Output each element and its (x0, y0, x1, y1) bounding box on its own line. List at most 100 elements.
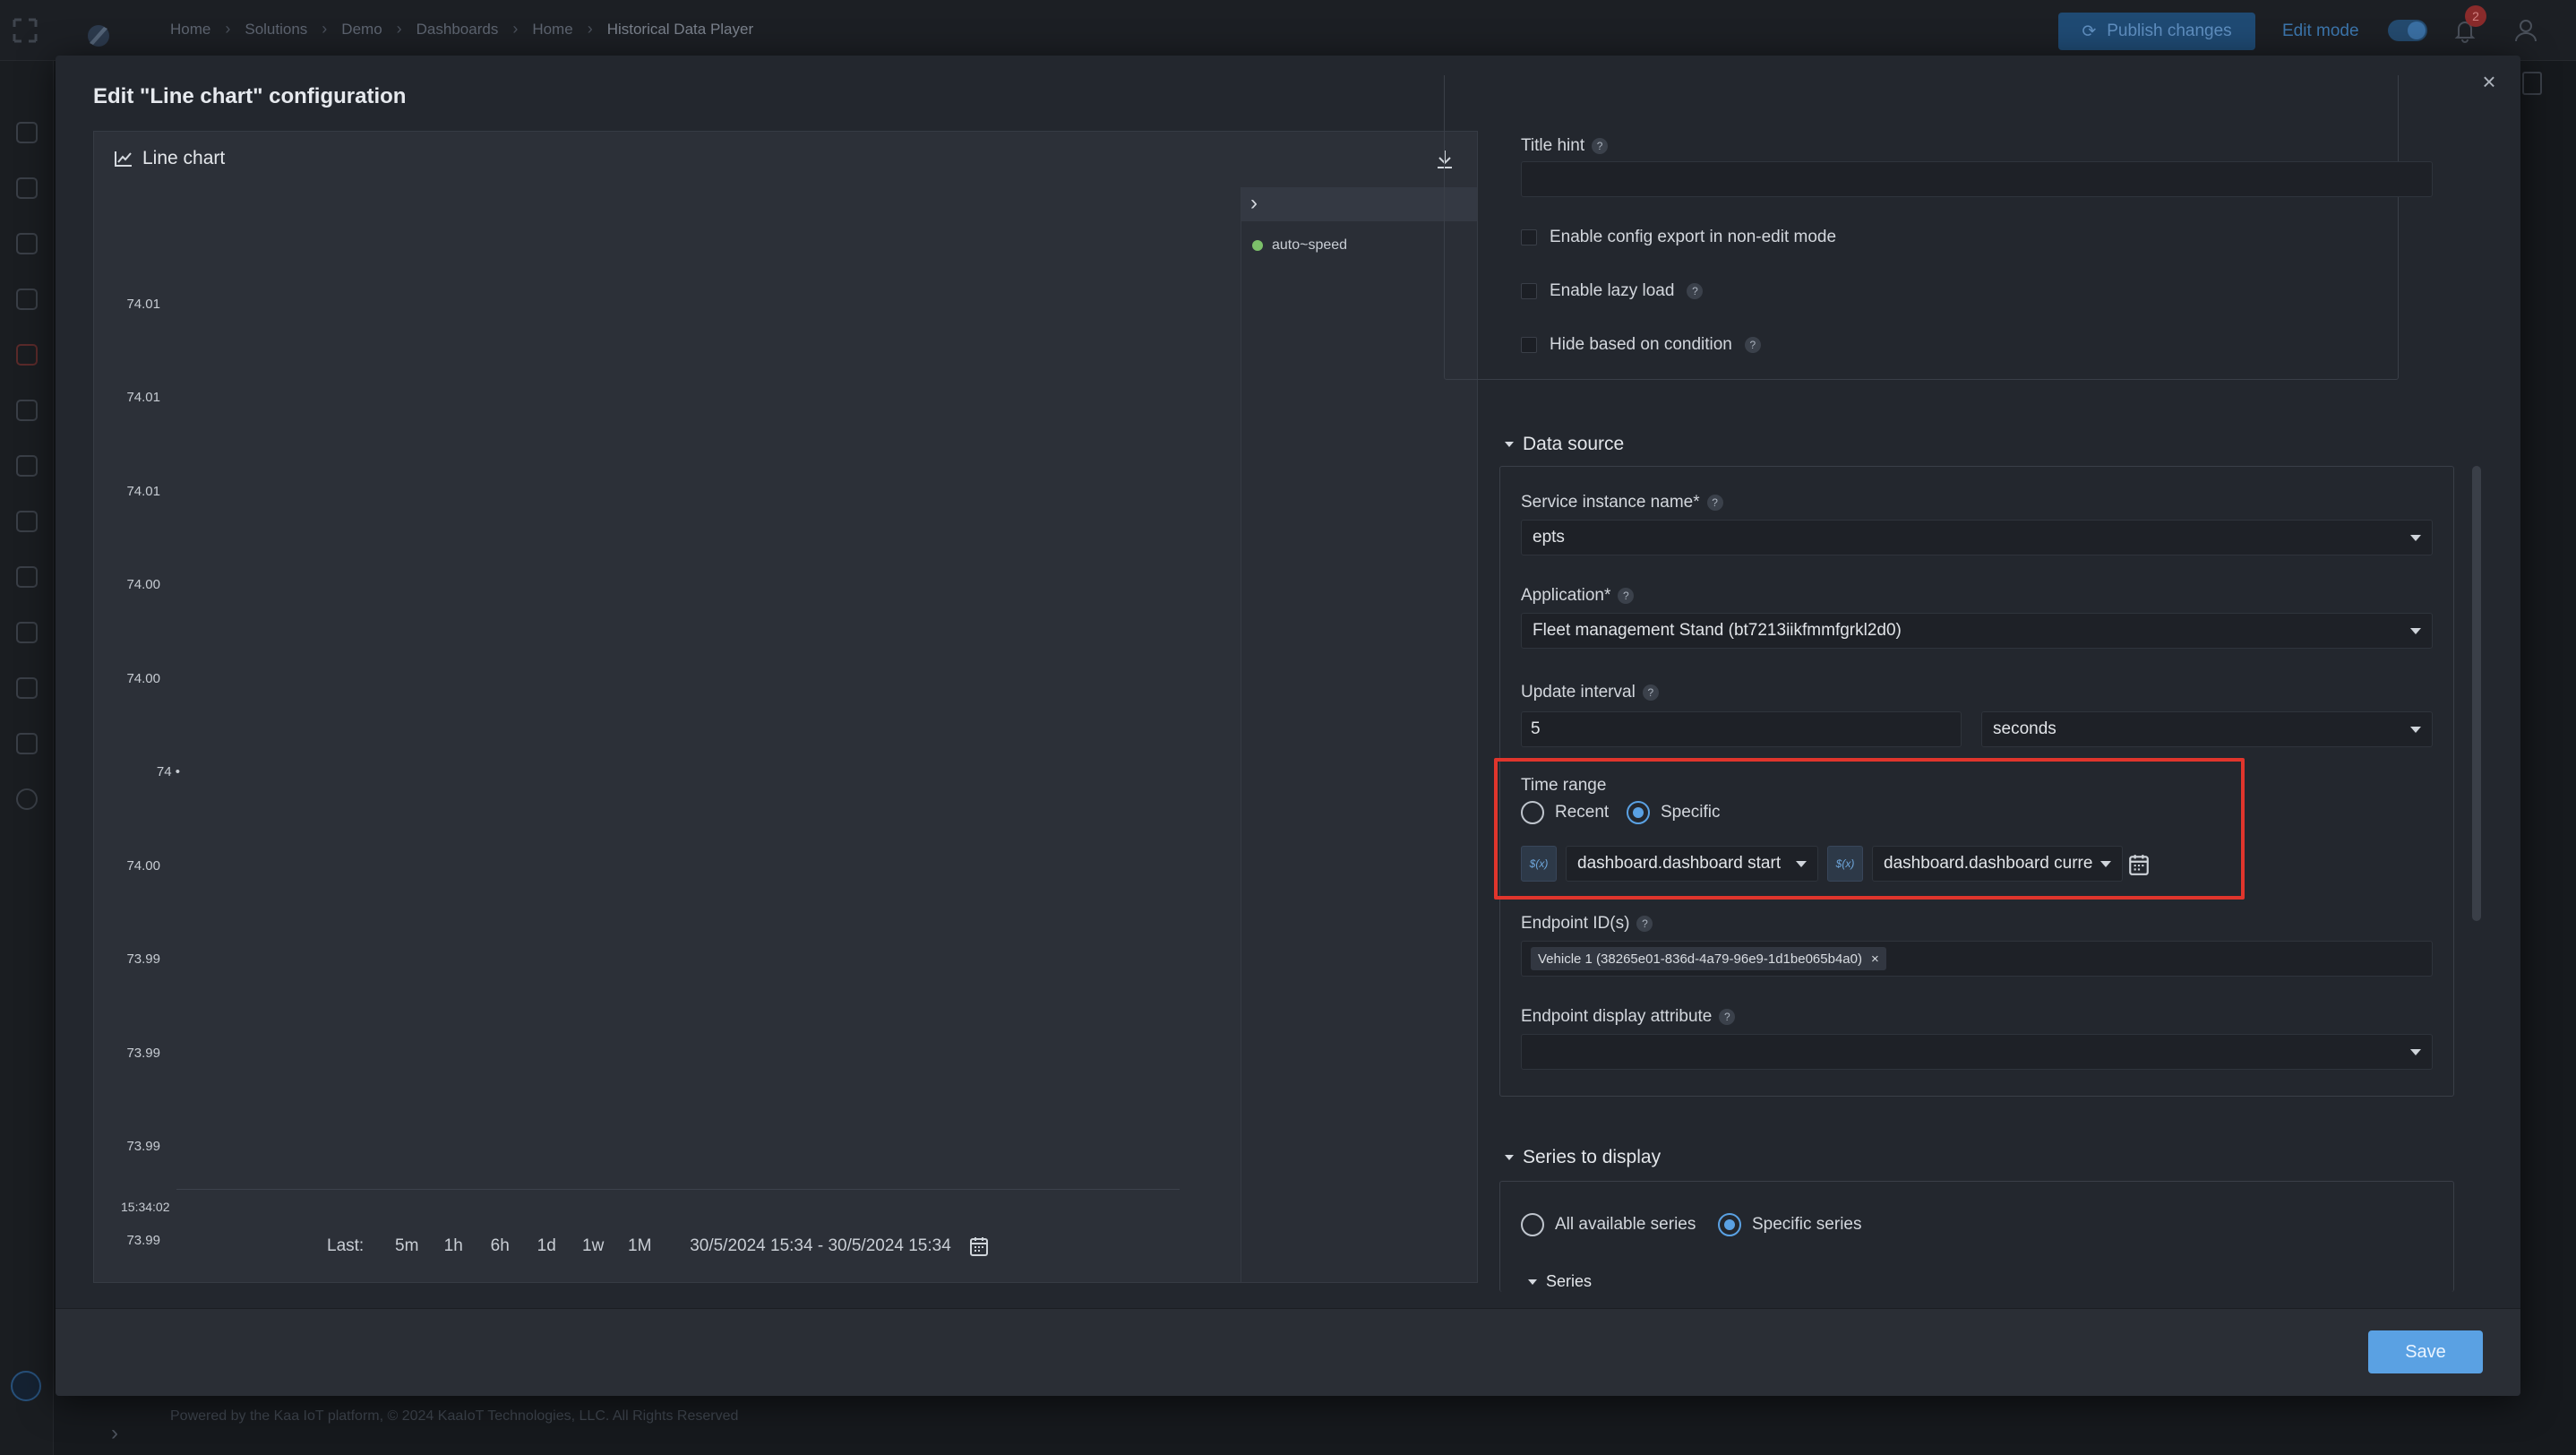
sidebar-settings-icon[interactable] (16, 677, 38, 699)
footer-copyright: Powered by the Kaa IoT platform, © 2024 … (170, 1408, 739, 1424)
toggle-knob (2408, 22, 2426, 39)
hide-condition-checkbox[interactable] (1521, 337, 1537, 353)
y-tick-label: 73.99 (126, 1139, 160, 1154)
chevron-down-icon (2410, 727, 2421, 733)
title-hint-text: Title hint (1521, 136, 1585, 155)
user-icon[interactable] (2512, 16, 2540, 45)
service-instance-select[interactable]: epts (1521, 520, 2433, 555)
series-subheading[interactable]: Series (1528, 1272, 1592, 1291)
close-icon[interactable]: × (2476, 68, 2503, 95)
settings-scrollbar[interactable] (2472, 466, 2481, 921)
rocket-logo-icon[interactable] (73, 16, 118, 52)
config-export-checkbox-row[interactable]: Enable config export in non-edit mode (1521, 228, 1836, 247)
y-tick-label: 73.99 (126, 1046, 160, 1061)
sidebar-storage-icon[interactable] (16, 566, 38, 588)
time-range-bar: Last: 5m 1h 6h 1d 1w 1M 30/5/2024 15:34 … (327, 1235, 989, 1257)
series-section (1499, 1181, 2454, 1292)
application-select[interactable]: Fleet management Stand (bt7213iikfmmfgrk… (1521, 613, 2433, 649)
range-5m-button[interactable]: 5m (383, 1236, 430, 1256)
chevron-down-icon (2410, 1049, 2421, 1055)
collapse-caret-icon (1528, 1279, 1537, 1285)
help-icon[interactable]: ? (1642, 684, 1659, 701)
range-1d-button[interactable]: 1d (523, 1236, 570, 1256)
sidebar-folder-icon[interactable] (16, 622, 38, 643)
help-icon[interactable]: ? (1706, 495, 1723, 511)
radio-all-series[interactable]: All available series (1521, 1213, 1696, 1236)
app-sidebar (0, 61, 54, 1455)
sidebar-code-icon[interactable] (16, 288, 38, 310)
breadcrumb-item[interactable]: Dashboards (416, 21, 499, 39)
range-1h-button[interactable]: 1h (430, 1236, 477, 1256)
radio-all-series-label: All available series (1555, 1215, 1696, 1234)
update-interval-label: Update interval ? (1521, 683, 1659, 702)
chevron-right-icon: › (587, 20, 593, 38)
config-export-checkbox[interactable] (1521, 229, 1537, 245)
lazy-load-checkbox-row[interactable]: Enable lazy load ? (1521, 281, 1704, 301)
range-1w-button[interactable]: 1w (570, 1236, 616, 1256)
sidebar-globe-icon[interactable] (16, 511, 38, 532)
display-attribute-text: Endpoint display attribute (1521, 1007, 1713, 1026)
radio-specific-series-circle[interactable] (1718, 1213, 1741, 1236)
help-icon[interactable]: ? (1687, 283, 1704, 299)
lazy-load-checkbox[interactable] (1521, 283, 1537, 299)
x-tick-label: 15:34:02 (121, 1200, 170, 1214)
legend-item[interactable]: auto~speed (1252, 237, 1347, 254)
data-source-heading[interactable]: Data source (1505, 434, 1624, 455)
sidebar-alerts-icon[interactable] (16, 455, 38, 477)
notification-badge: 2 (2465, 5, 2486, 27)
date-range-display[interactable]: 30/5/2024 15:34 - 30/5/2024 15:34 (679, 1236, 962, 1256)
radio-specific-series[interactable]: Specific series (1718, 1213, 1862, 1236)
hide-condition-label: Hide based on condition (1550, 335, 1732, 354)
tag-remove-icon[interactable]: × (1871, 951, 1879, 967)
sidebar-help-icon[interactable] (16, 788, 38, 810)
chevron-right-icon: › (225, 20, 231, 38)
edit-mode-label: Edit mode (2282, 22, 2359, 40)
endpoint-ids-input[interactable]: Vehicle 1 (38265e01-836d-4a79-96e9-1d1be… (1521, 941, 2433, 977)
title-hint-input[interactable] (1521, 161, 2433, 197)
app-grid-logo-icon[interactable] (11, 16, 39, 45)
help-icon[interactable]: ? (1592, 138, 1609, 154)
application-text: Application* (1521, 586, 1611, 605)
edit-mode-toggle[interactable] (2388, 20, 2427, 41)
sidebar-apps-icon[interactable] (16, 177, 38, 199)
expand-sidebar-icon[interactable]: › (111, 1421, 118, 1446)
chat-icon[interactable] (11, 1371, 41, 1401)
range-1M-button[interactable]: 1M (616, 1236, 663, 1256)
breadcrumb-item[interactable]: Home (170, 21, 210, 39)
trash-icon[interactable] (2522, 72, 2542, 95)
help-icon[interactable]: ? (1744, 337, 1761, 353)
help-icon[interactable]: ? (1618, 588, 1635, 604)
breadcrumb-item[interactable]: Solutions (245, 21, 307, 39)
data-source-heading-text: Data source (1523, 434, 1625, 454)
breadcrumb-item[interactable]: Home (532, 21, 572, 39)
help-icon[interactable]: ? (1719, 1009, 1736, 1025)
sidebar-devices-icon[interactable] (16, 233, 38, 254)
display-attribute-select[interactable] (1521, 1034, 2433, 1070)
hide-condition-checkbox-row[interactable]: Hide based on condition ? (1521, 335, 1761, 355)
breadcrumb-item[interactable]: Demo (341, 21, 382, 39)
calendar-icon[interactable] (969, 1235, 989, 1257)
radio-all-series-circle[interactable] (1521, 1213, 1544, 1236)
service-instance-value: epts (1533, 528, 1565, 547)
series-heading-text: Series to display (1523, 1147, 1662, 1167)
range-6h-button[interactable]: 6h (477, 1236, 523, 1256)
breadcrumb-current: Historical Data Player (606, 20, 754, 38)
publish-changes-button[interactable]: ⟳ Publish changes (2058, 13, 2255, 50)
legend-header[interactable]: › (1241, 187, 1477, 221)
y-tick-label: 74.01 (126, 297, 160, 312)
y-tick-label: 74.01 (126, 390, 160, 405)
series-heading[interactable]: Series to display (1505, 1147, 1661, 1168)
sidebar-widgets-icon[interactable] (16, 733, 38, 754)
help-icon[interactable]: ? (1636, 916, 1653, 932)
save-button[interactable]: Save (2368, 1330, 2483, 1373)
update-interval-input[interactable]: 5 (1521, 711, 1962, 747)
sidebar-dashboard-icon[interactable] (16, 122, 38, 143)
chevron-right-icon[interactable]: › (1250, 191, 1258, 216)
sidebar-analytics-icon[interactable] (16, 400, 38, 421)
modal-title: Edit "Line chart" configuration (93, 84, 407, 108)
sidebar-tools-icon[interactable] (16, 344, 38, 366)
update-unit-select[interactable]: seconds (1981, 711, 2433, 747)
series-color-dot (1252, 240, 1263, 251)
line-chart-preview: Line chart 74.01 74.01 74.01 74.00 74.00… (93, 131, 1478, 1283)
update-unit-value: seconds (1993, 719, 2057, 738)
